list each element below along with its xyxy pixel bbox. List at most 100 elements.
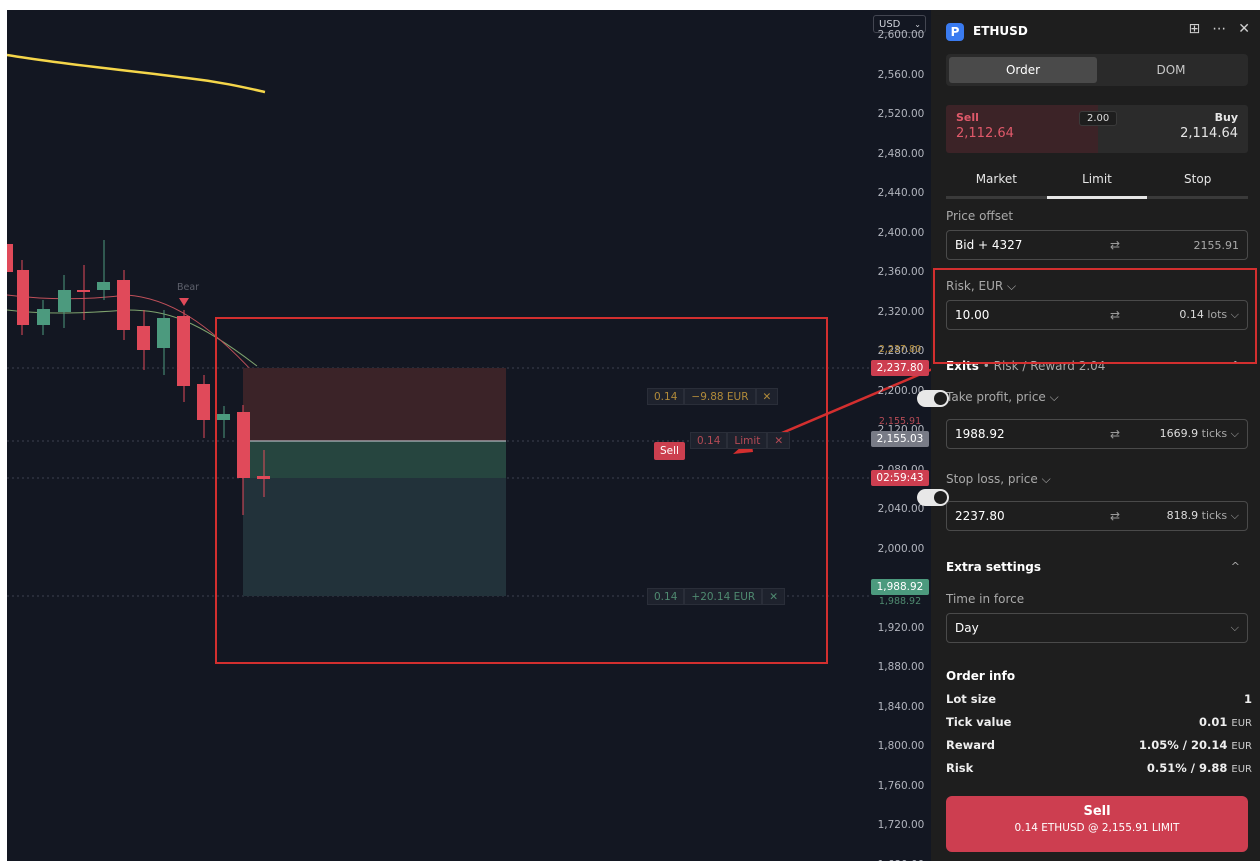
app-window: Bear 0.14 −9.88 EUR ✕ Sell 0.14 Limit ✕ …	[0, 0, 1260, 861]
info-row-reward: Reward 1.05% / 20.14 EUR	[946, 738, 1252, 752]
take-profit-line-tag[interactable]: 0.14 +20.14 EUR ✕	[647, 588, 786, 605]
buy-label: Buy	[1214, 111, 1238, 124]
close-icon[interactable]: ✕	[1238, 21, 1250, 37]
info-value: 0.51% / 9.88	[1146, 761, 1228, 775]
swap-icon[interactable]: ⇄	[1085, 427, 1145, 441]
info-unit: EUR	[1231, 741, 1252, 752]
info-row-risk: Risk 0.51% / 9.88 EUR	[946, 761, 1252, 775]
stop-loss-line-tag[interactable]: 0.14 −9.88 EUR ✕	[647, 388, 779, 405]
price-axis-label: 2,600.00	[877, 29, 925, 41]
entry-line-tag[interactable]: 0.14 Limit ✕	[690, 432, 791, 449]
tab-stop[interactable]: Stop	[1147, 170, 1248, 196]
price-axis-label: 1,760.00	[877, 779, 925, 792]
submit-subtitle: 0.14 ETHUSD @ 2,155.91 LIMIT	[1014, 822, 1180, 834]
tp-ticks-value: 1669.9	[1159, 427, 1199, 440]
price-axis-label: 1,720.00	[877, 819, 925, 831]
exits-title: Exits	[946, 359, 979, 373]
info-row-lot-size: Lot size 1	[946, 692, 1252, 706]
sell-button[interactable]: Sell 2,112.64	[946, 105, 1098, 153]
stop-loss-field[interactable]: 2237.80 ⇄ 818.9 ticks ⌵	[946, 501, 1248, 531]
collapse-extra-icon[interactable]: ^	[1231, 560, 1240, 573]
stop-price-small: 2,237.80	[878, 344, 922, 355]
header-icons: ⊞ ⋯ ✕	[1189, 21, 1250, 37]
info-key: Tick value	[946, 715, 1012, 729]
sl-ticks-value: 818.9	[1166, 509, 1199, 522]
extra-settings-title[interactable]: Extra settings	[946, 560, 1041, 574]
tab-limit[interactable]: Limit	[1046, 170, 1148, 199]
time-in-force-select[interactable]: Day ⌵	[946, 613, 1248, 643]
target-close-icon[interactable]: ✕	[762, 588, 786, 605]
order-type-tabs: Market Limit Stop	[946, 170, 1248, 199]
risk-field[interactable]: 10.00 ⇄ 0.14 lots ⌵	[946, 300, 1248, 330]
buy-button[interactable]: Buy 2,114.64	[1098, 105, 1248, 153]
sell-price: 2,112.64	[956, 126, 1014, 141]
buy-price: 2,114.64	[1180, 126, 1238, 141]
submit-sell-button[interactable]: Sell 0.14 ETHUSD @ 2,155.91 LIMIT	[946, 796, 1248, 852]
stop-loss-toggle[interactable]	[917, 489, 949, 506]
stop-close-icon[interactable]: ✕	[755, 388, 779, 405]
entry-type: Limit	[727, 432, 768, 449]
stop-loss-value: 2237.80	[955, 509, 1005, 523]
price-axis-label: 2,560.00	[877, 68, 925, 81]
info-row-tick-value: Tick value 0.01 EUR	[946, 715, 1252, 729]
price-offset-label: Price offset	[946, 209, 1014, 223]
moving-average-line	[7, 53, 266, 94]
price-axis-label: 2,320.00	[877, 305, 925, 318]
ma-line-red	[7, 294, 263, 383]
countdown-tag: 02:59:43	[871, 470, 929, 486]
price-axis-label: 2,400.00	[877, 226, 925, 239]
stop-loss-ticks[interactable]: 818.9 ticks ⌵	[1145, 509, 1247, 523]
order-info-title: Order info	[946, 669, 1016, 683]
exits-header[interactable]: Exits • Risk / Reward 2.04	[946, 359, 1105, 373]
stop-price-tag: 2,237.80	[871, 360, 929, 376]
entry-close-icon[interactable]: ✕	[767, 432, 791, 449]
grid-plus-icon[interactable]: ⊞	[1189, 21, 1201, 37]
take-profit-field[interactable]: 1988.92 ⇄ 1669.9 ticks ⌵	[946, 419, 1248, 449]
collapse-exits-icon[interactable]: ^	[1231, 359, 1240, 372]
take-profit-ticks[interactable]: 1669.9 ticks ⌵	[1145, 427, 1247, 441]
target-pnl: +20.14 EUR	[684, 588, 763, 605]
bear-label: Bear	[177, 282, 200, 293]
risk-label[interactable]: Risk, EUR ⌵	[946, 279, 1016, 294]
time-in-force-value: Day	[955, 621, 979, 635]
toggle-knob	[934, 392, 947, 405]
stop-qty: 0.14	[647, 388, 685, 405]
exits-rr: • Risk / Reward 2.04	[978, 359, 1106, 373]
price-axis-label: 1,680.00	[873, 858, 929, 861]
info-key: Reward	[946, 738, 995, 752]
price-axis-label: 2,360.00	[877, 266, 925, 278]
price-offset-field[interactable]: Bid + 4327 ⇄ 2155.91	[946, 230, 1248, 260]
submit-title: Sell	[1083, 804, 1111, 819]
tab-order[interactable]: Order	[949, 57, 1097, 83]
symbol-title[interactable]: ETHUSD	[973, 24, 1028, 38]
chart-canvas[interactable]	[7, 10, 931, 861]
info-unit: EUR	[1231, 718, 1252, 729]
target-qty: 0.14	[647, 588, 685, 605]
more-icon[interactable]: ⋯	[1212, 21, 1226, 37]
take-profit-toggle[interactable]	[917, 390, 949, 407]
price-offset-value: Bid + 4327	[955, 238, 1023, 252]
risk-lots[interactable]: 0.14 lots ⌵	[1145, 308, 1247, 322]
chevron-down-icon: ⌵	[1230, 621, 1239, 634]
spread-badge: 2.00	[1079, 111, 1118, 126]
entry-side-tag[interactable]: Sell	[654, 442, 685, 460]
price-axis-label: 2,480.00	[877, 147, 925, 160]
tab-market[interactable]: Market	[946, 170, 1047, 196]
take-profit-label[interactable]: Take profit, price ⌵	[946, 390, 1059, 405]
swap-icon[interactable]: ⇄	[1085, 238, 1145, 252]
stop-loss-label[interactable]: Stop loss, price ⌵	[946, 472, 1051, 487]
price-axis-label: 1,800.00	[877, 740, 925, 752]
entry-price-tag: 2,155.03	[871, 431, 929, 447]
entry-price-small: 2,155.91	[878, 416, 922, 427]
candles	[7, 240, 270, 515]
info-value: 1.05% / 20.14	[1138, 738, 1228, 752]
price-chart[interactable]: Bear 0.14 −9.88 EUR ✕ Sell 0.14 Limit ✕ …	[7, 10, 931, 861]
risk-lots-value: 0.14	[1179, 308, 1204, 321]
tab-dom[interactable]: DOM	[1097, 57, 1245, 83]
swap-icon[interactable]: ⇄	[1085, 308, 1145, 322]
sl-ticks-unit: ticks ⌵	[1201, 509, 1239, 522]
price-axis-label: 1,880.00	[877, 661, 925, 673]
info-key: Risk	[946, 761, 974, 775]
swap-icon[interactable]: ⇄	[1085, 509, 1145, 523]
price-offset-price: 2155.91	[1193, 238, 1240, 252]
